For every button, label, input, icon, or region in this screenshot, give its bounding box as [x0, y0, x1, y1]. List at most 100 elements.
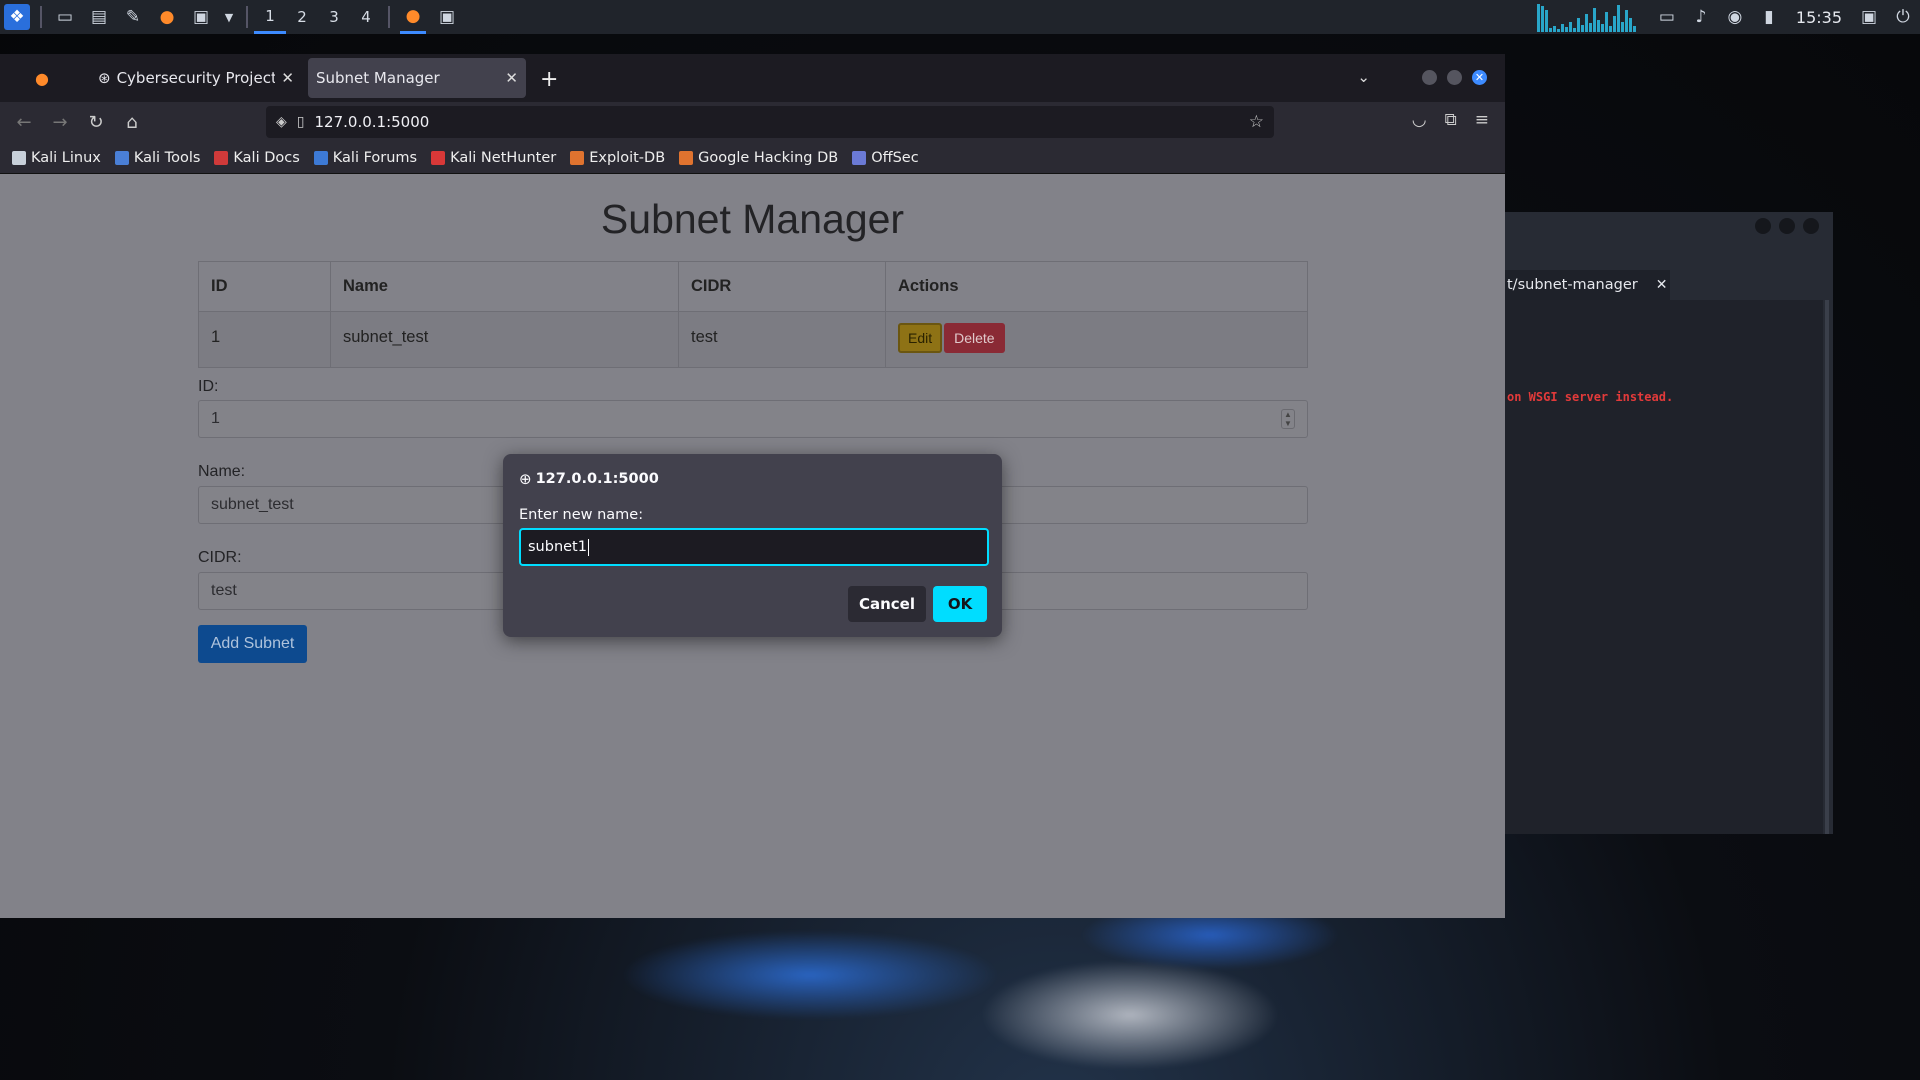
tab-subnet-manager[interactable]: Subnet Manager ✕ [308, 58, 526, 98]
prompt-dialog: ⊕ 127.0.0.1:5000 Enter new name: subnet1… [503, 454, 1002, 637]
bookmark-kali-forums[interactable]: Kali Forums [313, 149, 418, 166]
firefox-icon[interactable]: ● [154, 4, 180, 30]
id-label: ID: [198, 378, 219, 395]
chevron-down-icon[interactable]: ⌄ [1357, 68, 1370, 86]
close-window-button[interactable]: ✕ [1472, 70, 1487, 85]
name-label: Name: [198, 463, 246, 480]
dialog-message: Enter new name: [519, 507, 644, 523]
bookmark-offsec[interactable]: OffSec [852, 150, 919, 166]
home-icon[interactable]: ⌂ [114, 112, 150, 133]
panel-separator [40, 6, 42, 28]
kali-nethunter-icon [431, 150, 446, 165]
display-icon[interactable]: ▭ [1654, 4, 1680, 30]
dialog-input[interactable]: subnet1 [519, 528, 989, 566]
bookmark-label: Kali Linux [31, 149, 101, 166]
bookmark-label: Kali Forums [332, 149, 418, 166]
text-caret [587, 538, 589, 556]
bookmark-star-icon[interactable]: ☆ [1249, 112, 1264, 132]
add-subnet-button[interactable]: Add Subnet [198, 625, 307, 663]
taskbar-firefox-icon[interactable]: ● [400, 0, 426, 34]
cidr-field-value: test [211, 582, 237, 599]
dialog-origin: ⊕ 127.0.0.1:5000 [519, 470, 659, 488]
reload-icon[interactable]: ↻ [78, 112, 114, 133]
tab-title: Subnet Manager [316, 69, 440, 87]
workspace-2[interactable]: 2 [286, 0, 318, 34]
kali-docs-icon [214, 150, 229, 165]
url-text[interactable]: 127.0.0.1:5000 [315, 113, 430, 131]
nav-bar: ← → ↻ ⌂ ◈ ▯ 127.0.0.1:5000 ☆ ◡ ⧉ ≡ [0, 102, 1505, 142]
cell-actions: Edit Delete [885, 311, 1308, 368]
edit-button[interactable]: Edit [898, 323, 943, 353]
close-window-button[interactable] [1803, 218, 1819, 234]
minimize-button[interactable] [1755, 218, 1771, 234]
terminal-icon[interactable]: ▣ [188, 4, 214, 30]
chevron-down-icon[interactable]: ▼ [222, 4, 236, 30]
column-header-cidr: CIDR [678, 261, 886, 312]
workspace-1[interactable]: 1 [254, 0, 286, 34]
page-title: Subnet Manager [600, 196, 905, 242]
extensions-icon[interactable]: ⧉ [1445, 110, 1457, 130]
bookmark-kali-docs[interactable]: Kali Docs [214, 150, 300, 166]
tab-bar: ● ⊛ Cybersecurity Project Ide ✕ Subnet M… [0, 54, 1505, 102]
bookmark-label: Google Hacking DB [698, 149, 839, 166]
name-field-value: subnet_test [211, 496, 294, 513]
bookmark-kali-nethunter[interactable]: Kali NetHunter [431, 150, 556, 166]
terminal-tab[interactable]: t/subnet-manager ✕ [1505, 270, 1670, 300]
kali-tools-icon [114, 150, 129, 165]
terminal-window[interactable]: t/subnet-manager ✕ on WSGI server instea… [1505, 212, 1833, 834]
panel-separator [246, 6, 248, 28]
minimize-button[interactable] [1422, 70, 1437, 85]
maximize-button[interactable] [1447, 70, 1462, 85]
table-header-row: ID Name CIDR Actions [198, 261, 1308, 312]
page-icon: ▯ [296, 114, 305, 130]
bookmark-kali-linux[interactable]: Kali Linux [12, 150, 101, 166]
cidr-label: CIDR: [198, 549, 242, 566]
terminal-window-controls [1505, 212, 1833, 252]
globe-icon: ⊕ [519, 470, 532, 488]
cell-cidr: test [678, 311, 886, 368]
kali-menu-icon[interactable]: ❖ [4, 4, 30, 30]
power-icon[interactable]: ⏻ [1890, 4, 1916, 30]
number-stepper[interactable]: ▲ ▼ [1281, 409, 1295, 429]
id-field-value: 1 [211, 410, 220, 427]
bookmark-kali-tools[interactable]: Kali Tools [114, 149, 201, 166]
cell-id: 1 [198, 311, 331, 368]
shield-icon[interactable]: ◈ [276, 114, 287, 130]
taskbar-terminal-icon[interactable]: ▣ [434, 4, 460, 30]
close-tab-icon[interactable]: ✕ [281, 69, 294, 87]
tab-cybersecurity[interactable]: ⊛ Cybersecurity Project Ide ✕ [90, 58, 302, 98]
ok-button[interactable]: OK [933, 586, 987, 622]
volume-icon[interactable]: ♪ [1688, 4, 1714, 30]
workspace-3[interactable]: 3 [318, 0, 350, 34]
tab-title: Cybersecurity Project Ide [116, 69, 276, 87]
pocket-icon[interactable]: ◡ [1412, 110, 1427, 130]
url-bar[interactable]: ◈ ▯ 127.0.0.1:5000 ☆ [266, 106, 1274, 138]
terminal-output[interactable]: on WSGI server instead. [1505, 300, 1823, 834]
cancel-button[interactable]: Cancel [848, 586, 926, 622]
subnet-table: ID Name CIDR Actions 1 subnet_test test … [198, 261, 1308, 368]
bell-icon[interactable]: ◉ [1722, 4, 1748, 30]
desktop-icon[interactable]: ▭ [52, 4, 78, 30]
terminal-scrollbar[interactable] [1825, 300, 1829, 834]
back-icon[interactable]: ← [6, 112, 42, 133]
column-header-actions: Actions [885, 261, 1308, 312]
firefox-view-icon[interactable]: ● [0, 54, 84, 102]
menu-icon[interactable]: ≡ [1475, 110, 1489, 130]
lock-icon[interactable]: ▣ [1856, 4, 1882, 30]
new-tab-icon[interactable]: + [540, 67, 558, 92]
forward-icon[interactable]: → [42, 112, 78, 133]
workspace-4[interactable]: 4 [350, 0, 382, 34]
bookmark-google-hacking-db[interactable]: Google Hacking DB [679, 150, 838, 166]
id-field[interactable]: 1 ▲ ▼ [198, 400, 1308, 438]
close-tab-icon[interactable]: ✕ [1656, 277, 1668, 293]
close-tab-icon[interactable]: ✕ [505, 69, 518, 87]
battery-icon[interactable]: ▮ [1756, 4, 1782, 30]
table-row: 1 subnet_test test Edit Delete [198, 311, 1308, 368]
file-manager-icon[interactable]: ▤ [86, 4, 112, 30]
bookmark-label: Kali Tools [133, 149, 201, 166]
delete-button[interactable]: Delete [944, 323, 1005, 353]
bookmark-exploit-db[interactable]: Exploit-DB [570, 150, 665, 166]
maximize-button[interactable] [1779, 218, 1795, 234]
text-editor-icon[interactable]: ✎ [120, 4, 146, 30]
exploit-db-icon [570, 150, 585, 165]
